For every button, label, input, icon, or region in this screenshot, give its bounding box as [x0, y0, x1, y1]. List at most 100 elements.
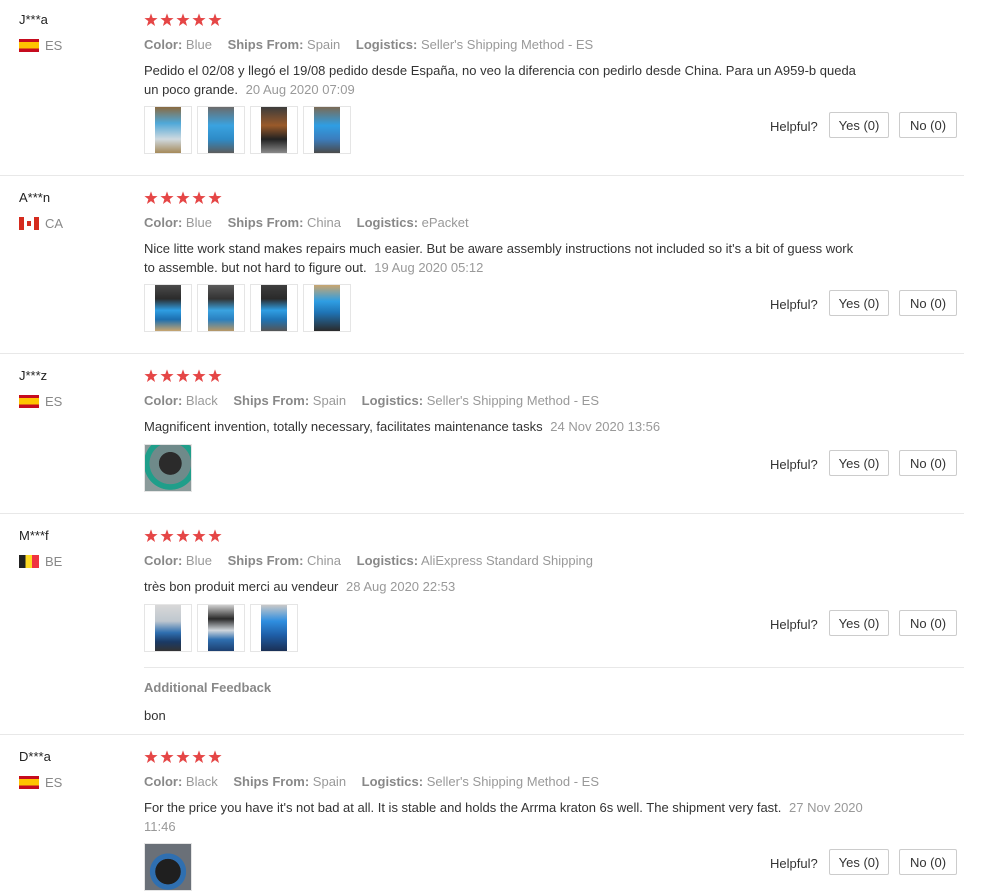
star-icon — [176, 369, 190, 383]
review-divider — [0, 513, 964, 514]
review-photo[interactable] — [144, 106, 192, 154]
country-code: CA — [45, 216, 64, 231]
review-text-block: Pedido el 02/08 y llegó el 19/08 pedido … — [144, 61, 864, 99]
ships-from-label: Ships From: — [233, 774, 310, 789]
star-icon — [208, 750, 222, 764]
review-text: Magnificent invention, totally necessary… — [144, 419, 543, 434]
star-icon — [176, 13, 190, 27]
canada-flag-icon — [19, 217, 39, 230]
review-photos — [144, 284, 351, 332]
review-photo[interactable] — [250, 284, 298, 332]
review-text-block: Magnificent invention, totally necessary… — [144, 417, 864, 436]
helpful-label: Helpful? — [770, 856, 818, 871]
review-photo[interactable] — [144, 604, 192, 652]
review-photo[interactable] — [197, 106, 245, 154]
additional-feedback-text: bon — [144, 708, 166, 723]
star-icon — [208, 191, 222, 205]
helpful-no-button[interactable]: No (0) — [899, 610, 957, 636]
order-info: Color: Black Ships From: Spain Logistics… — [144, 393, 599, 408]
star-icon — [192, 750, 206, 764]
review-date: 28 Aug 2020 22:53 — [346, 579, 456, 594]
star-rating — [144, 191, 222, 205]
additional-feedback-divider — [144, 667, 964, 668]
color-value: Blue — [185, 37, 212, 52]
helpful-yes-button[interactable]: Yes (0) — [829, 290, 889, 316]
ships-from-label: Ships From: — [227, 215, 304, 230]
logistics-value: Seller's Shipping Method - ES — [426, 774, 599, 789]
review-photo[interactable] — [303, 106, 351, 154]
review-photos — [144, 444, 192, 492]
helpful-no-button[interactable]: No (0) — [899, 290, 957, 316]
spain-flag-icon — [19, 776, 39, 789]
color-label: Color: — [144, 774, 183, 789]
color-label: Color: — [144, 553, 183, 568]
color-value: Black — [185, 774, 218, 789]
color-value: Blue — [185, 215, 212, 230]
review-text-block: Nice litte work stand makes repairs much… — [144, 239, 864, 277]
star-icon — [176, 750, 190, 764]
star-icon — [192, 369, 206, 383]
reviewer-country: ES — [19, 775, 62, 790]
country-code: BE — [45, 554, 63, 569]
star-rating — [144, 750, 222, 764]
review-photo[interactable] — [197, 604, 245, 652]
review-date: 19 Aug 2020 05:12 — [374, 260, 484, 275]
star-icon — [208, 13, 222, 27]
ships-from-label: Ships From: — [227, 37, 304, 52]
star-icon — [160, 369, 174, 383]
star-icon — [208, 369, 222, 383]
country-code: ES — [45, 38, 63, 53]
star-icon — [144, 13, 158, 27]
helpful-label: Helpful? — [770, 457, 818, 472]
spain-flag-icon — [19, 39, 39, 52]
helpful-yes-button[interactable]: Yes (0) — [829, 112, 889, 138]
order-info: Color: Blue Ships From: China Logistics:… — [144, 215, 469, 230]
star-icon — [160, 750, 174, 764]
color-value: Black — [185, 393, 218, 408]
ships-from-value: Spain — [307, 37, 341, 52]
star-rating — [144, 529, 222, 543]
color-value: Blue — [185, 553, 212, 568]
reviewer-name: J***a — [19, 12, 48, 27]
order-info: Color: Blue Ships From: Spain Logistics:… — [144, 37, 593, 52]
helpful-label: Helpful? — [770, 617, 818, 632]
star-icon — [160, 529, 174, 543]
star-icon — [160, 13, 174, 27]
review-photo[interactable] — [144, 444, 192, 492]
review-text: For the price you have it's not bad at a… — [144, 800, 782, 815]
logistics-value: ePacket — [421, 215, 469, 230]
reviewer-name: A***n — [19, 190, 51, 205]
review-photo[interactable] — [303, 284, 351, 332]
star-icon — [192, 191, 206, 205]
additional-feedback-label: Additional Feedback — [144, 680, 272, 695]
review-photo[interactable] — [250, 106, 298, 154]
review-photos — [144, 604, 298, 652]
star-icon — [160, 191, 174, 205]
ships-from-value: China — [307, 215, 341, 230]
logistics-value: Seller's Shipping Method - ES — [420, 37, 594, 52]
helpful-no-button[interactable]: No (0) — [899, 849, 957, 875]
order-info: Color: Blue Ships From: China Logistics:… — [144, 553, 593, 568]
helpful-yes-button[interactable]: Yes (0) — [829, 610, 889, 636]
review-photo[interactable] — [197, 284, 245, 332]
star-icon — [144, 191, 158, 205]
reviewer-country: ES — [19, 38, 62, 53]
logistics-label: Logistics: — [356, 215, 419, 230]
belgium-flag-icon — [19, 555, 39, 568]
helpful-yes-button[interactable]: Yes (0) — [829, 450, 889, 476]
star-icon — [192, 13, 206, 27]
helpful-no-button[interactable]: No (0) — [899, 450, 957, 476]
review-photo[interactable] — [144, 843, 192, 891]
order-info: Color: Black Ships From: Spain Logistics… — [144, 774, 599, 789]
helpful-yes-button[interactable]: Yes (0) — [829, 849, 889, 875]
review-photo[interactable] — [144, 284, 192, 332]
reviewer-name: M***f — [19, 528, 49, 543]
review-photo[interactable] — [250, 604, 298, 652]
country-code: ES — [45, 394, 63, 409]
star-icon — [192, 529, 206, 543]
color-label: Color: — [144, 37, 183, 52]
star-icon — [208, 529, 222, 543]
review-divider — [0, 353, 964, 354]
helpful-no-button[interactable]: No (0) — [899, 112, 957, 138]
logistics-label: Logistics: — [356, 553, 419, 568]
